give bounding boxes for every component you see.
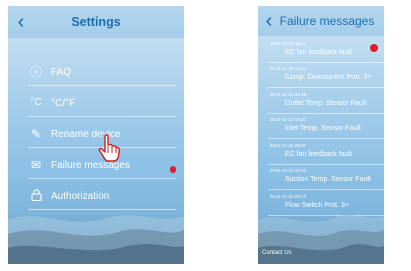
failure-timestamp: 2016-12-22 09:38	[270, 92, 307, 97]
contact-us-link[interactable]: Contact Us	[262, 250, 292, 256]
info-icon: ⓘ	[29, 65, 42, 79]
failure-message-item[interactable]: 2016-12-22 09:37 EC fan feedback fault	[258, 140, 384, 165]
divider	[268, 138, 384, 139]
divider	[28, 178, 176, 179]
failure-message-item[interactable]: 2016-12-22 09:12 Suction Temp. Sensor Fa…	[258, 165, 384, 190]
page-title: Settings	[71, 15, 121, 29]
hand-pointer-icon	[98, 134, 121, 162]
failure-timestamp: 2016-12-22 09:12	[270, 168, 307, 173]
failure-message-item[interactable]: 2016-12-22 09:37 Inlet Temp. Sensor Faul…	[258, 114, 384, 139]
notification-badge	[170, 166, 176, 173]
menu-item-faq[interactable]: ⓘ FAQ	[8, 58, 184, 86]
divider	[28, 85, 176, 86]
failure-text: Outlet Temp. Sensor Fault	[285, 100, 367, 107]
failure-message-item[interactable]: 2016-12-22 10:11 Comp. Overcurrent Prot.…	[258, 63, 384, 88]
failure-text: Suction Temp. Sensor Fault	[285, 176, 371, 183]
menu-item-temperature-unit[interactable]: °C °C/°F	[8, 89, 184, 117]
settings-screen: ‹ Settings ⓘ FAQ °C °C/°F ✎ Rename devic…	[8, 6, 184, 264]
failure-text: Comp. Overcurrent Prot. 3+	[285, 74, 372, 81]
settings-header: ‹ Settings	[8, 6, 184, 38]
failure-text: EC fan feedback fault	[285, 49, 352, 56]
background-wave-decoration	[8, 215, 184, 264]
divider	[28, 116, 176, 117]
failure-timestamp: 2016-12-22 09:37	[270, 117, 307, 122]
menu-item-label: °C/°F	[51, 97, 76, 109]
divider	[268, 87, 384, 88]
failure-text: Inlet Temp. Sensor Fault	[285, 125, 361, 132]
failure-timestamp: 2016-12-22 10:11	[270, 66, 306, 71]
failure-timestamp: 2016-12-22 09:37	[270, 143, 307, 148]
chevron-left-icon[interactable]: ‹	[12, 11, 30, 33]
failure-message-item[interactable]: 2016-12-22 09:38 Outlet Temp. Sensor Fau…	[258, 89, 384, 114]
divider	[268, 189, 384, 190]
failure-messages-header: ‹ Failure messages	[258, 6, 384, 36]
failure-text: EC fan feedback fault	[285, 151, 352, 158]
failure-timestamp: 2016-12-22 15:41	[270, 41, 307, 46]
failure-timestamp: 2016-12-22 09:12	[270, 194, 307, 199]
page-title: Failure messages	[279, 14, 375, 28]
chevron-left-icon[interactable]: ‹	[260, 10, 278, 32]
envelope-icon: ✉	[30, 158, 42, 172]
pencil-icon: ✎	[30, 127, 42, 141]
temperature-unit-icon: °C	[30, 97, 42, 108]
failure-messages-screen: ‹ Failure messages 2016-12-22 15:41 EC f…	[258, 6, 384, 264]
menu-item-label: FAQ	[51, 66, 72, 78]
notification-badge	[370, 44, 378, 52]
failure-message-item[interactable]: 2016-12-22 15:41 EC fan feedback fault	[258, 38, 384, 63]
